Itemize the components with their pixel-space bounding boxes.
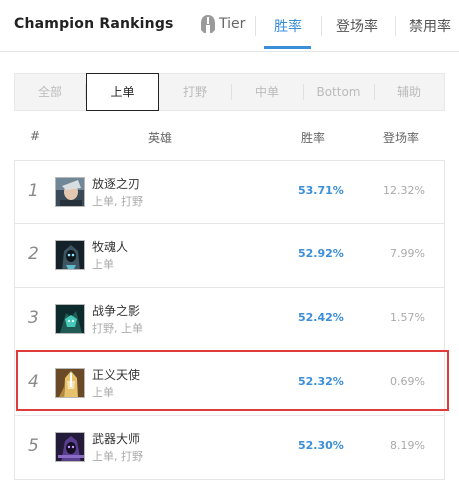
champion-positions: 上单 <box>92 386 114 399</box>
winrate-value: 52.30% <box>298 439 344 452</box>
champion-name: 战争之影 <box>92 304 141 318</box>
winrate-value: 52.92% <box>298 247 344 260</box>
champion-positions: 上单 <box>92 258 114 271</box>
champion-name: 牧魂人 <box>92 240 129 254</box>
tab-banrate[interactable]: 禁用率 <box>409 16 451 36</box>
table-row[interactable]: 2 牧魂人 上单 52.92% 7.99% <box>14 224 445 288</box>
champion-avatar <box>55 368 85 398</box>
tab-tier[interactable]: Tier <box>200 14 245 34</box>
tab-winrate[interactable]: 胜率 <box>274 16 302 36</box>
helmet-icon <box>201 15 215 33</box>
filter-all[interactable]: 全部 <box>15 74 85 110</box>
champion-name: 武器大师 <box>92 432 141 446</box>
champion-avatar <box>55 432 85 462</box>
header: Champion Rankings Tier 胜率 登场率 禁用率 <box>0 0 459 52</box>
active-tab-underline <box>264 46 311 49</box>
champion-name: 正义天使 <box>92 368 141 382</box>
champion-avatar <box>55 240 85 270</box>
rank-number: 3 <box>28 308 39 328</box>
filter-mid[interactable]: 中单 <box>231 74 303 110</box>
filter-jungle[interactable]: 打野 <box>159 74 231 110</box>
champion-positions: 上单, 打野 <box>92 195 143 208</box>
winrate-value: 52.32% <box>298 375 344 388</box>
pickrate-value: 12.32% <box>383 184 425 197</box>
pickrate-value: 7.99% <box>390 247 425 260</box>
table-row[interactable]: 3 战争之影 打野, 上单 52.42% 1.57% <box>14 288 445 352</box>
tab-divider <box>321 16 322 36</box>
page-title: Champion Rankings <box>14 16 174 32</box>
tab-pickrate[interactable]: 登场率 <box>336 16 378 36</box>
champion-name: 放逐之刃 <box>92 177 141 191</box>
column-header-champion: 英雄 <box>148 131 173 145</box>
rank-number: 1 <box>28 181 39 201</box>
tab-divider <box>395 16 396 36</box>
rank-number: 4 <box>28 372 39 392</box>
pickrate-value: 8.19% <box>390 439 425 452</box>
column-header-winrate[interactable]: 胜率 <box>301 129 325 146</box>
champion-positions: 打野, 上单 <box>92 322 143 335</box>
column-header-rank: # <box>30 129 41 143</box>
tab-divider <box>255 16 256 36</box>
tab-tier-label: Tier <box>219 16 246 32</box>
table-row[interactable]: 5 武器大师 上单, 打野 52.30% 8.19% <box>14 416 445 480</box>
table-row[interactable]: 1 放逐之刃 上单, 打野 53.71% 12.32% <box>14 160 445 224</box>
champion-avatar <box>55 304 85 334</box>
filter-top[interactable]: 上单 <box>86 73 159 111</box>
column-header-pickrate[interactable]: 登场率 <box>383 129 419 146</box>
winrate-value: 52.42% <box>298 311 344 324</box>
rank-number: 5 <box>28 436 39 456</box>
filter-support[interactable]: 辅助 <box>374 74 444 110</box>
pickrate-value: 0.69% <box>390 375 425 388</box>
filter-bottom[interactable]: Bottom <box>303 74 374 110</box>
table-row[interactable]: 4 正义天使 上单 52.32% 0.69% <box>14 352 445 416</box>
rank-number: 2 <box>28 244 39 264</box>
position-filter: 全部 上单 打野 中单 Bottom 辅助 <box>14 73 445 111</box>
winrate-value: 53.71% <box>298 184 344 197</box>
champion-avatar <box>55 177 85 207</box>
pickrate-value: 1.57% <box>390 311 425 324</box>
champion-positions: 上单, 打野 <box>92 450 143 463</box>
